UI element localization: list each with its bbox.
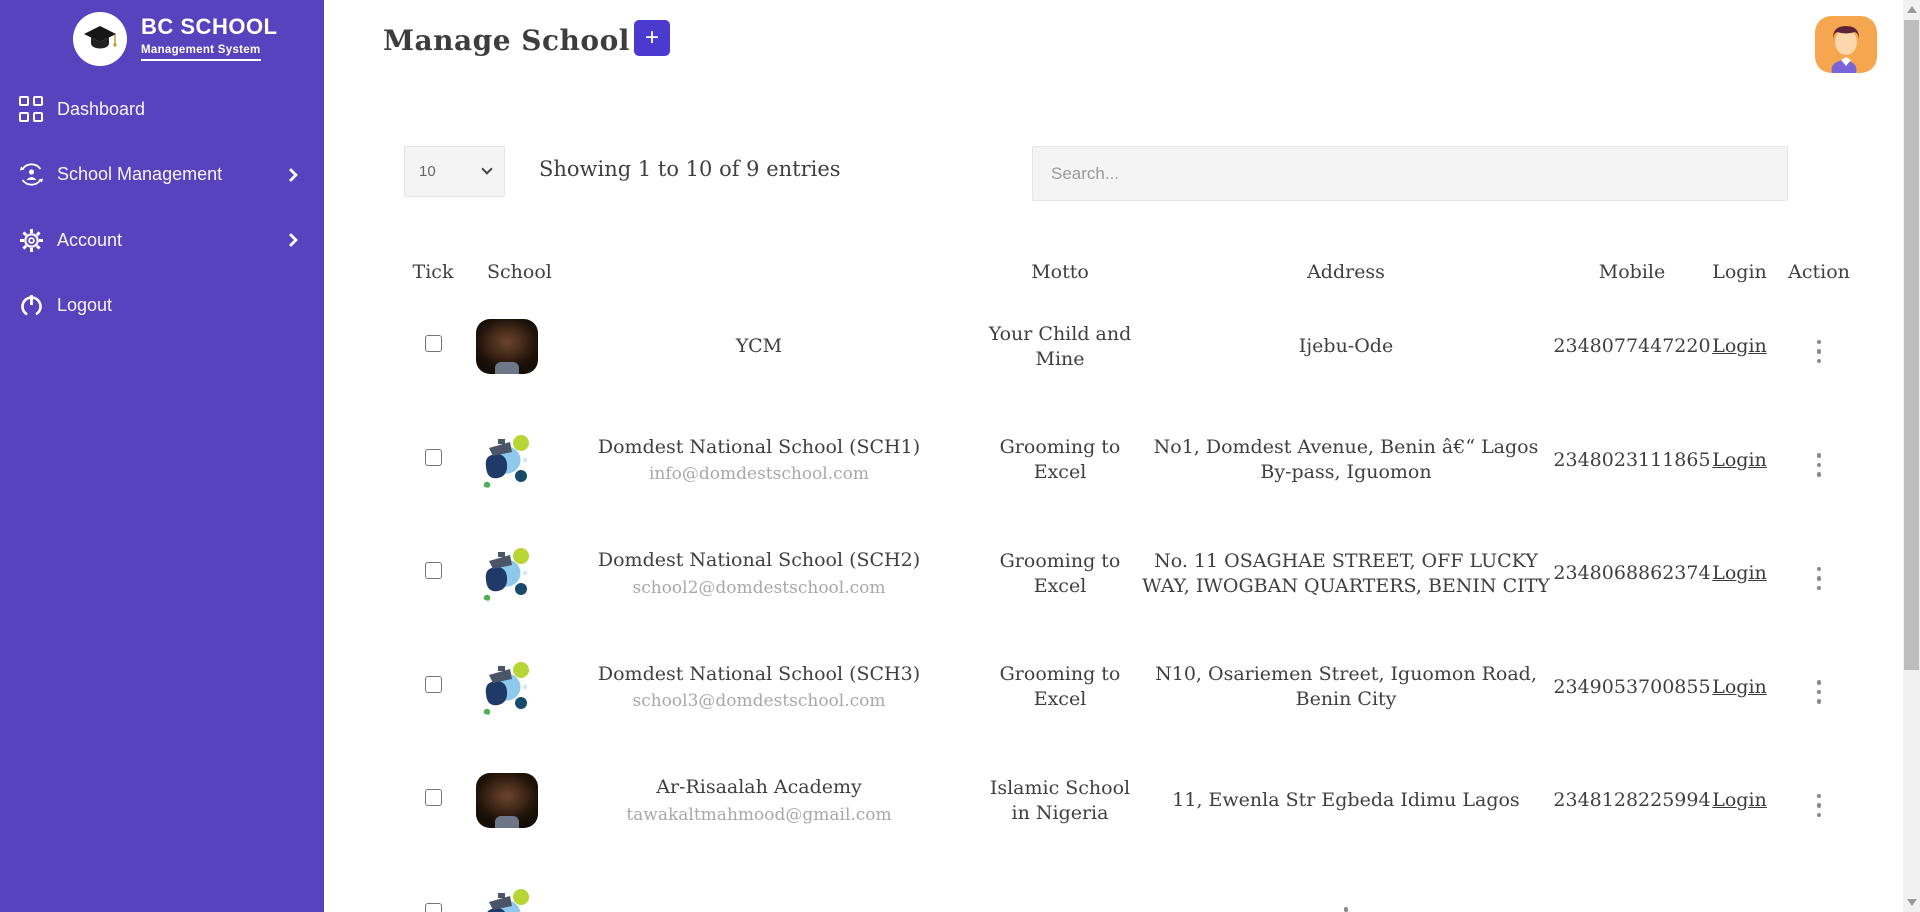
school-motto: Islamic School in Nigeria [980,776,1140,826]
power-icon [17,292,45,320]
row-actions-menu-icon[interactable] [1813,563,1826,595]
col-address: Address [1140,260,1552,285]
sidebar-item-account[interactable]: Account [0,220,324,260]
grid-icon [17,95,45,123]
col-mobile: Mobile [1552,260,1712,285]
row-actions-menu-icon[interactable] [1813,336,1826,368]
school-mobile: 2348077447220 [1552,334,1712,359]
school-management-icon [17,161,45,189]
table-header: Tick School Motto Address Mobile Login A… [404,256,1871,290]
school-address: Ijebu-Ode [1140,334,1552,359]
sidebar-nav: Dashboard School Management [0,89,324,351]
scroll-down-icon[interactable] [1907,899,1917,906]
school-avatar [476,433,538,488]
add-school-button[interactable]: + [634,20,670,56]
page-size-select-wrap: 10 [404,146,505,197]
graduation-cap-icon [73,12,127,66]
row-actions-menu-icon[interactable] [1813,449,1826,481]
col-login: Login [1712,260,1767,285]
student-illustration [476,546,538,601]
school-table-body: YCM Your Child and Mine Ijebu-Ode 234807… [404,290,1871,912]
school-mobile: 2348128225994 [1552,788,1712,813]
login-link[interactable]: Login [1712,335,1767,357]
login-link[interactable]: Login [1712,449,1767,471]
student-illustration [476,433,538,488]
table-row: Ar-Risaalah Academy tawakaltmahmood@gmai… [404,744,1871,858]
row-actions-menu-icon[interactable] [1813,790,1826,822]
school-name: Domdest National School (SCH3) [538,662,980,687]
school-avatar [476,319,538,374]
row-actions-menu-icon[interactable] [1340,903,1353,912]
user-avatar[interactable] [1815,16,1877,73]
sidebar: BC SCHOOL Management System Dashboard [0,0,324,912]
sidebar-item-school-management[interactable]: School Management [0,155,324,195]
chevron-right-icon [284,167,298,181]
school-email: school3@domdestschool.com [538,690,980,712]
school-photo [476,319,538,374]
student-illustration [476,887,538,912]
page: BC SCHOOL Management System Dashboard [0,0,1920,912]
school-email: school2@domdestschool.com [538,577,980,599]
school-motto: Your Child and Mine [980,322,1140,372]
school-avatar [476,887,538,912]
school-address: No. 11 OSAGHAE STREET, OFF LUCKY WAY, IW… [1140,549,1552,599]
school-address: No1, Domdest Avenue, Benin â€“ Lagos By-… [1140,435,1552,485]
table-row [404,858,1871,912]
school-address: 11, Ewenla Str Egbeda Idimu Lagos [1140,788,1552,813]
login-link[interactable]: Login [1712,562,1767,584]
school-table: Tick School Motto Address Mobile Login A… [404,256,1871,912]
sidebar-item-dashboard[interactable]: Dashboard [0,89,324,129]
row-checkbox[interactable] [425,789,442,806]
col-motto: Motto [980,260,1140,285]
school-avatar [476,546,538,601]
row-checkbox[interactable] [425,449,442,466]
school-name: Domdest National School (SCH2) [538,548,980,573]
school-email: info@domdestschool.com [538,463,980,485]
school-avatar [476,773,538,828]
app-title: BC SCHOOL [141,14,278,40]
row-checkbox[interactable] [425,676,442,693]
school-name: Ar-Risaalah Academy [538,775,980,800]
school-motto: Grooming to Excel [980,435,1140,485]
chevron-right-icon [284,233,298,247]
gear-icon [17,226,45,254]
student-illustration [476,660,538,715]
school-motto: Grooming to Excel [980,549,1140,599]
search-input[interactable] [1032,146,1788,201]
col-school: School [462,260,980,285]
row-checkbox[interactable] [425,903,442,912]
table-row: Domdest National School (SCH3) school3@d… [404,631,1871,745]
table-row: Domdest National School (SCH1) info@domd… [404,404,1871,518]
app-subtitle: Management System [141,44,261,61]
school-motto: Grooming to Excel [980,662,1140,712]
row-actions-menu-icon[interactable] [1813,676,1826,708]
page-title: Manage School [383,24,630,57]
row-checkbox[interactable] [425,562,442,579]
login-link[interactable]: Login [1712,789,1767,811]
page-size-select[interactable]: 10 [404,146,505,197]
school-name: YCM [538,334,980,359]
vertical-scrollbar[interactable] [1903,0,1920,912]
app-logo: BC SCHOOL Management System [0,8,324,78]
school-photo [476,773,538,828]
school-mobile: 2348068862374 [1552,561,1712,586]
login-link[interactable]: Login [1712,676,1767,698]
col-tick: Tick [404,260,462,285]
school-mobile: 2349053700855 [1552,675,1712,700]
school-name: Domdest National School (SCH1) [538,435,980,460]
school-mobile: 2348023111865 [1552,448,1712,473]
col-action: Action [1767,260,1871,285]
sidebar-item-logout[interactable]: Logout [0,286,324,326]
table-row: YCM Your Child and Mine Ijebu-Ode 234807… [404,290,1871,404]
main-content: Manage School + 10 Showing 1 to 10 of 9 … [324,0,1903,912]
scroll-up-icon[interactable] [1907,6,1917,13]
table-row: Domdest National School (SCH2) school2@d… [404,517,1871,631]
row-checkbox[interactable] [425,335,442,352]
school-avatar [476,660,538,715]
scrollbar-thumb[interactable] [1904,20,1919,670]
showing-entries-text: Showing 1 to 10 of 9 entries [539,157,841,181]
school-address: N10, Osariemen Street, Iguomon Road, Ben… [1140,662,1552,712]
school-email: tawakaltmahmood@gmail.com [538,804,980,826]
